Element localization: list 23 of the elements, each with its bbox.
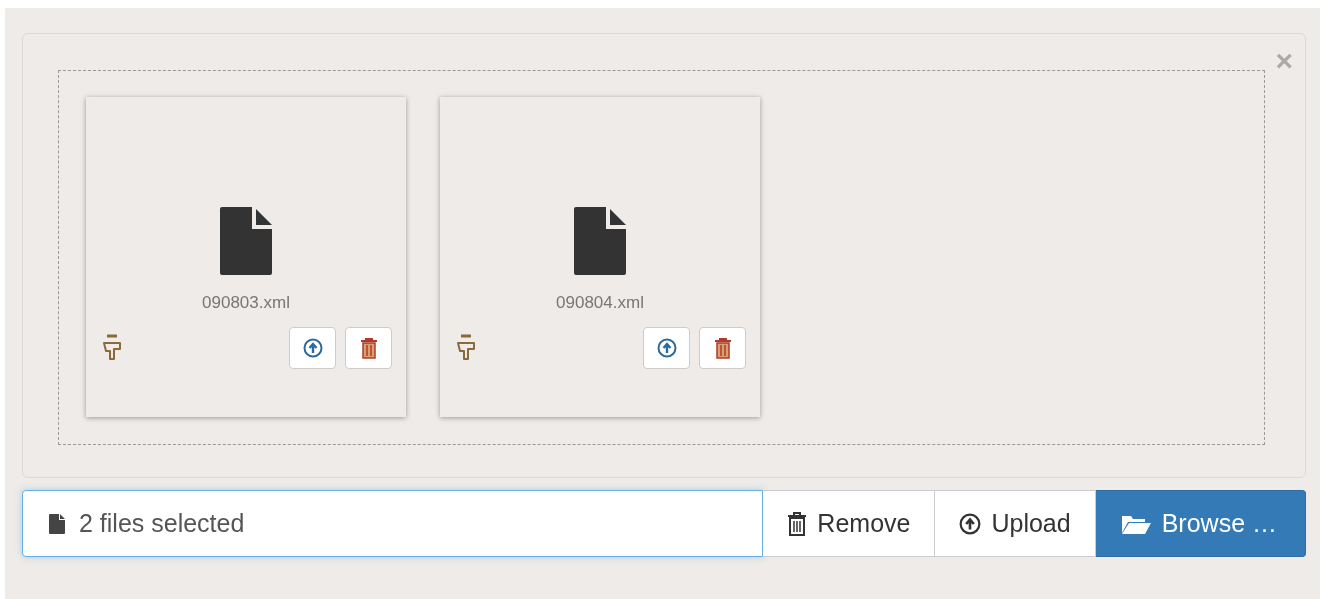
browse-button[interactable]: Browse … xyxy=(1095,490,1306,557)
upload-icon xyxy=(302,338,323,358)
drag-handle-icon[interactable] xyxy=(100,334,124,362)
trash-icon xyxy=(712,337,733,359)
delete-file-button[interactable] xyxy=(699,327,746,369)
file-icon xyxy=(574,207,626,275)
upload-button[interactable]: Upload xyxy=(935,490,1096,557)
trash-icon xyxy=(787,511,808,536)
upload-icon xyxy=(959,512,982,535)
caption-text: 2 files selected xyxy=(79,509,245,538)
delete-file-button[interactable] xyxy=(345,327,392,369)
file-name: 090803.xml xyxy=(202,293,290,313)
file-icon xyxy=(220,207,272,275)
file-icon xyxy=(49,513,65,534)
selected-files-field[interactable]: 2 files selected xyxy=(22,490,764,557)
upload-icon xyxy=(656,338,677,358)
upload-file-button[interactable] xyxy=(289,327,336,369)
file-name: 090804.xml xyxy=(556,293,644,313)
trash-icon xyxy=(358,337,379,359)
remove-button[interactable]: Remove xyxy=(763,490,936,557)
upload-file-button[interactable] xyxy=(643,327,690,369)
drag-handle-icon[interactable] xyxy=(454,334,478,362)
drop-zone[interactable]: 090803.xml 090804.xml xyxy=(58,70,1265,445)
